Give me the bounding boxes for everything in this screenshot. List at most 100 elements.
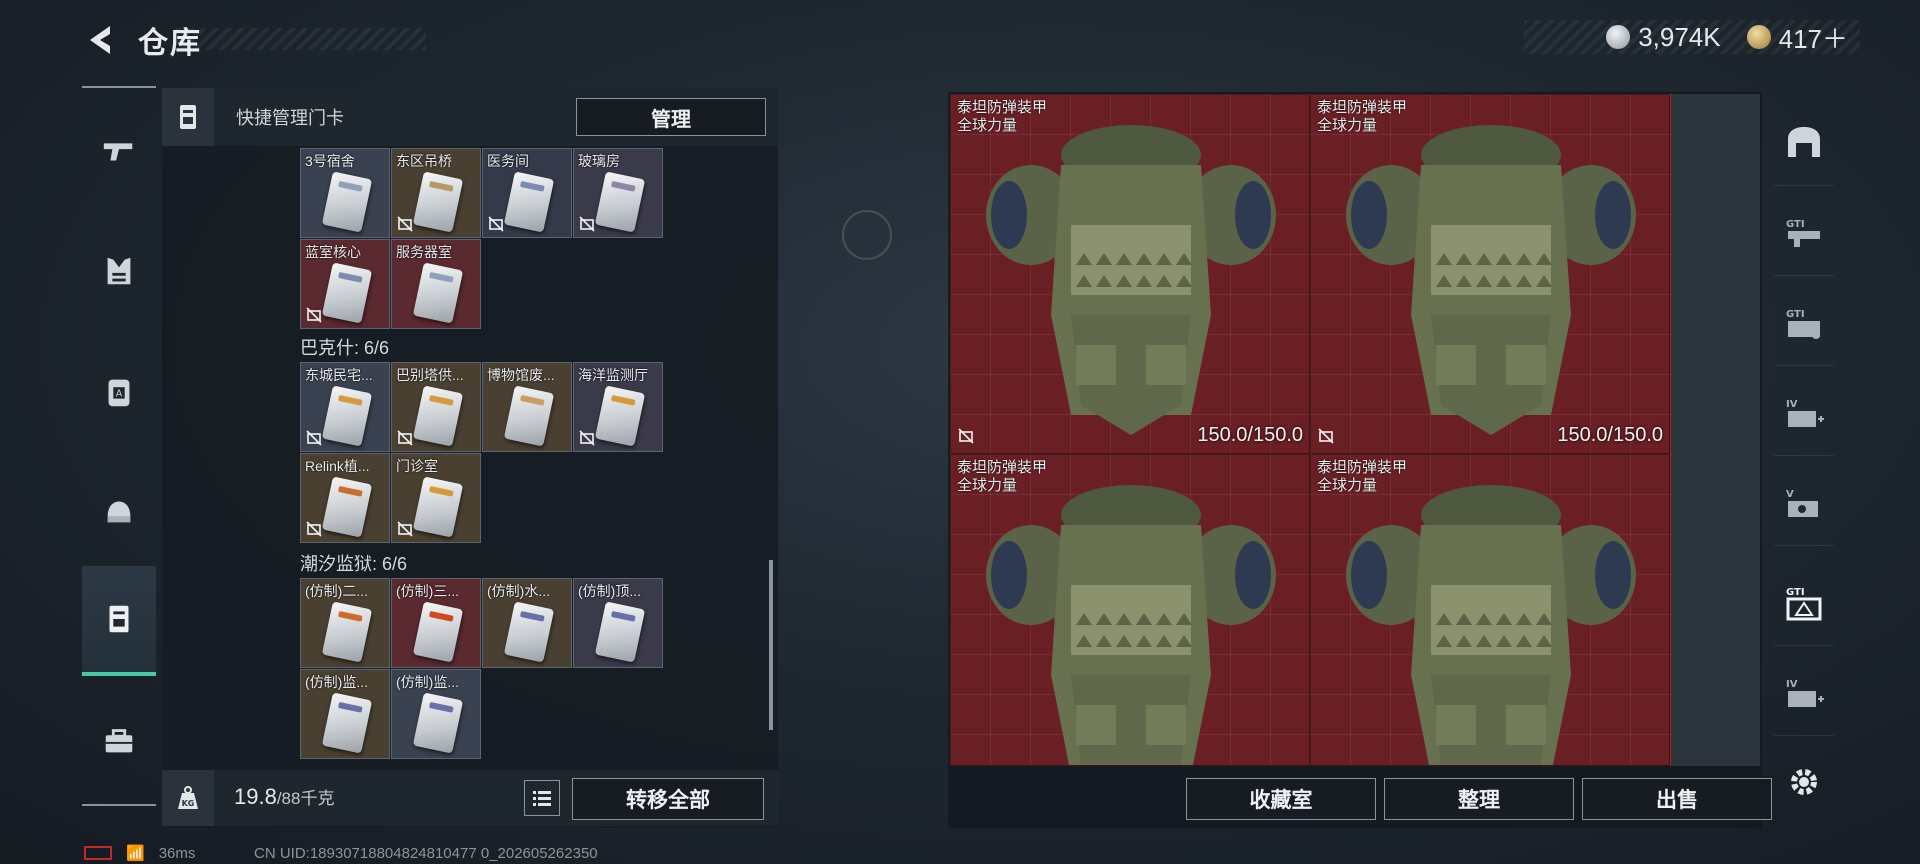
keycard-slot[interactable]: (仿制)水... — [482, 578, 572, 668]
keycard-name: 海洋监测厅 — [578, 367, 648, 383]
keycard-slot[interactable]: 蓝室核心 — [300, 239, 390, 329]
keycard-slot[interactable]: (仿制)二... — [300, 578, 390, 668]
keycard-slot[interactable]: 博物馆废... — [482, 362, 572, 452]
sort-button[interactable]: 整理 — [1384, 778, 1574, 820]
svg-text:A: A — [116, 389, 123, 400]
keycard-name: (仿制)水... — [487, 583, 550, 599]
keycard-slot[interactable]: (仿制)三... — [391, 578, 481, 668]
no-trade-icon — [1317, 427, 1335, 445]
container-tab-bunker[interactable] — [1774, 100, 1834, 186]
keycard-name: 蓝室核心 — [305, 244, 361, 260]
container-tab-gti-1[interactable]: GTI — [1774, 190, 1834, 276]
keycard-grid: 3号宿舍 东区吊桥 医务间 玻璃房蓝室核心 服务器室 — [300, 148, 663, 329]
container-tab-gti-2[interactable]: GTI — [1774, 280, 1834, 366]
keycard-slot[interactable]: 服务器室 — [391, 239, 481, 329]
no-trade-icon — [957, 427, 975, 445]
keycard-image — [321, 601, 373, 663]
status-bar: 📶 36ms — [84, 844, 195, 862]
container-tab-gti-3-active[interactable]: GTI — [1774, 560, 1834, 646]
keycard-image — [412, 692, 464, 754]
armor-vest-image — [986, 125, 1276, 435]
keycard-slot[interactable]: (仿制)监... — [300, 669, 390, 759]
keycard-slot[interactable]: Relink植... — [300, 453, 390, 543]
keycard-name: 3号宿舍 — [305, 153, 355, 169]
keycard-slot[interactable]: 东城民宅... — [300, 362, 390, 452]
group-title-bakesh: 巴克什: 6/6 — [300, 338, 390, 358]
wifi-icon: 📶 — [126, 845, 145, 862]
currency-gold-value: 417＋ — [1778, 23, 1848, 54]
armor-vest-image — [1346, 125, 1636, 435]
armor-item-name: 泰坦防弹装甲 全球力量 — [1317, 459, 1408, 494]
crosshair-decoration — [842, 210, 892, 260]
currency-bar: 3,974K 417＋ — [1524, 20, 1860, 54]
nav-helmet[interactable] — [82, 456, 156, 566]
keycard-slot[interactable]: 门诊室 — [391, 453, 481, 543]
no-trade-icon — [578, 429, 596, 447]
keycard-scrollbar[interactable] — [769, 560, 773, 730]
list-icon — [533, 791, 551, 806]
keycard-name: 服务器室 — [396, 244, 452, 260]
keycard-slot[interactable]: (仿制)监... — [391, 669, 481, 759]
keycard-image — [594, 385, 646, 447]
transfer-all-button[interactable]: 转移全部 — [572, 778, 764, 820]
keycard-slot[interactable]: (仿制)顶... — [573, 578, 663, 668]
keycard-header-icon — [162, 88, 214, 146]
keycard-image — [594, 171, 646, 233]
backpack-icon: A — [108, 379, 130, 407]
keycard-slot[interactable]: 东区吊桥 — [391, 148, 481, 238]
no-trade-icon — [396, 429, 414, 447]
no-trade-icon — [396, 215, 414, 233]
keycard-image — [321, 385, 373, 447]
armor-item-name: 泰坦防弹装甲 全球力量 — [1317, 99, 1408, 134]
manage-button[interactable]: 管理 — [576, 98, 766, 136]
list-view-button[interactable] — [524, 780, 560, 816]
gti-rifle-icon: GTI — [1786, 219, 1820, 247]
armor-item-slot[interactable]: 泰坦防弹装甲 全球力量 150.0/150.0 — [1310, 94, 1670, 454]
keycard-image — [503, 171, 555, 233]
keycard-slot[interactable]: 玻璃房 — [573, 148, 663, 238]
container-tab-v[interactable]: V — [1774, 460, 1834, 546]
keycard-grid: (仿制)二... (仿制)三... (仿制)水... (仿制)顶... (仿制)监...… — [300, 578, 663, 759]
keycard-image — [412, 476, 464, 538]
sell-button[interactable]: 出售 — [1582, 778, 1772, 820]
keycard-name: 博物馆废... — [487, 367, 555, 383]
nav-weapons[interactable] — [82, 96, 156, 206]
keycard-name: (仿制)监... — [396, 674, 459, 690]
silver-coin-icon — [1606, 25, 1631, 49]
title-stripe — [176, 28, 426, 50]
keycard-image — [321, 476, 373, 538]
group-title-tidal-prison: 潮汐监狱: 6/6 — [300, 554, 408, 574]
collection-room-button[interactable]: 收藏室 — [1186, 778, 1376, 820]
helmet-icon — [107, 501, 131, 523]
back-button[interactable] — [80, 20, 120, 60]
nav-backpack[interactable]: A — [82, 336, 156, 446]
currency-gold[interactable]: 417＋ — [1746, 19, 1848, 56]
vest-icon — [107, 257, 131, 285]
bunker-icon — [1788, 126, 1820, 157]
keycard-name: 东区吊桥 — [396, 153, 452, 169]
settings-gear-icon[interactable] — [1786, 764, 1822, 800]
rail-divider-bottom — [82, 804, 156, 806]
container-tab-iv-2[interactable]: IV — [1774, 650, 1834, 736]
nav-keycards[interactable] — [82, 566, 156, 676]
armor-item-slot[interactable]: 泰坦防弹装甲 全球力量 — [1310, 454, 1670, 766]
keycard-name: 门诊室 — [396, 458, 438, 474]
keycard-slot[interactable]: 巴别塔供... — [391, 362, 481, 452]
armor-durability: 150.0/150.0 — [1557, 424, 1663, 446]
keycard-image — [594, 601, 646, 663]
keycard-slot[interactable]: 医务间 — [482, 148, 572, 238]
keycard-image — [321, 262, 373, 324]
keycard-slot[interactable]: 海洋监测厅 — [573, 362, 663, 452]
armor-item-slot[interactable]: 泰坦防弹装甲 全球力量 — [950, 454, 1310, 766]
keycard-name: (仿制)三... — [396, 583, 459, 599]
nav-armor[interactable] — [82, 216, 156, 326]
gold-coin-icon — [1746, 25, 1771, 49]
nav-toolbox[interactable] — [82, 686, 156, 796]
keycard-slot[interactable]: 3号宿舍 — [300, 148, 390, 238]
container-tab-iv-1[interactable]: IV — [1774, 370, 1834, 456]
keycard-image — [412, 262, 464, 324]
weight-icon: KG — [162, 770, 214, 826]
keycard-name: (仿制)监... — [305, 674, 368, 690]
armor-item-slot[interactable]: 泰坦防弹装甲 全球力量 150.0/150.0 — [950, 94, 1310, 454]
keycard-image — [412, 601, 464, 663]
